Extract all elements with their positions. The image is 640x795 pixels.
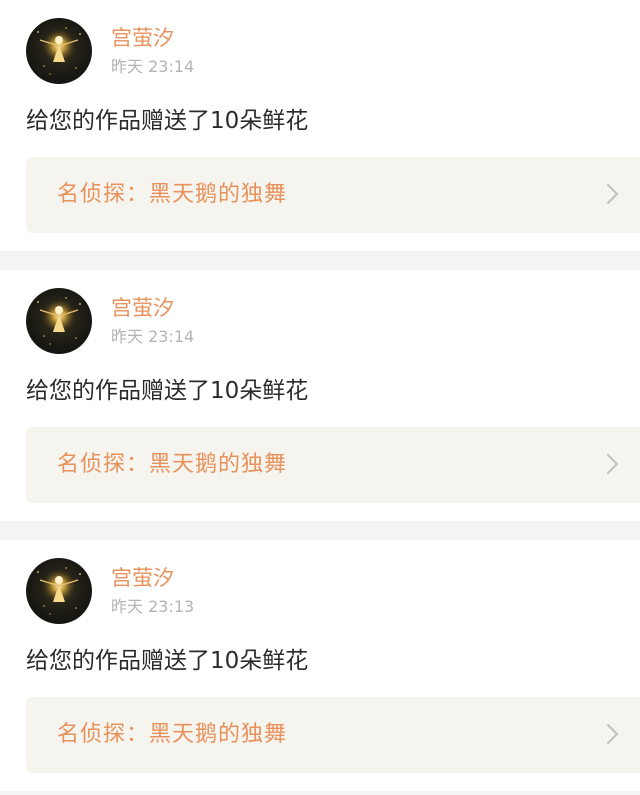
- card-divider: [0, 521, 640, 540]
- avatar[interactable]: [26, 288, 92, 354]
- work-title: 名侦探：黑天鹅的独舞: [57, 722, 288, 747]
- notification-feed: 宫萤汐 昨天 23:14 给您的作品赠送了10朵鲜花 名侦探：黑天鹅的独舞 宫萤…: [0, 0, 640, 791]
- timestamp: 昨天 23:14: [111, 327, 195, 346]
- work-link[interactable]: 名侦探：黑天鹅的独舞: [26, 157, 640, 233]
- notification-message: 给您的作品赠送了10朵鲜花: [26, 378, 309, 404]
- chevron-right-icon: [606, 453, 619, 475]
- card-divider: [0, 251, 640, 270]
- timestamp: 昨天 23:14: [111, 57, 195, 76]
- glowing-figure-icon: [37, 566, 81, 615]
- timestamp: 昨天 23:13: [111, 597, 195, 616]
- work-link[interactable]: 名侦探：黑天鹅的独舞: [26, 697, 640, 773]
- chevron-right-icon: [606, 723, 619, 745]
- glowing-figure-icon: [37, 296, 81, 345]
- chevron-right-icon: [606, 183, 619, 205]
- avatar[interactable]: [26, 558, 92, 624]
- work-title: 名侦探：黑天鹅的独舞: [57, 182, 288, 207]
- glowing-figure-icon: [37, 26, 81, 75]
- work-title: 名侦探：黑天鹅的独舞: [57, 452, 288, 477]
- work-link[interactable]: 名侦探：黑天鹅的独舞: [26, 427, 640, 503]
- avatar[interactable]: [26, 18, 92, 84]
- username[interactable]: 宫萤汐: [111, 294, 174, 322]
- username[interactable]: 宫萤汐: [111, 564, 174, 592]
- notification-card: 宫萤汐 昨天 23:14 给您的作品赠送了10朵鲜花 名侦探：黑天鹅的独舞: [0, 270, 640, 521]
- notification-message: 给您的作品赠送了10朵鲜花: [26, 108, 309, 134]
- notification-card: 宫萤汐 昨天 23:13 给您的作品赠送了10朵鲜花 名侦探：黑天鹅的独舞: [0, 540, 640, 791]
- notification-card: 宫萤汐 昨天 23:14 给您的作品赠送了10朵鲜花 名侦探：黑天鹅的独舞: [0, 0, 640, 251]
- notification-message: 给您的作品赠送了10朵鲜花: [26, 648, 309, 674]
- username[interactable]: 宫萤汐: [111, 24, 174, 52]
